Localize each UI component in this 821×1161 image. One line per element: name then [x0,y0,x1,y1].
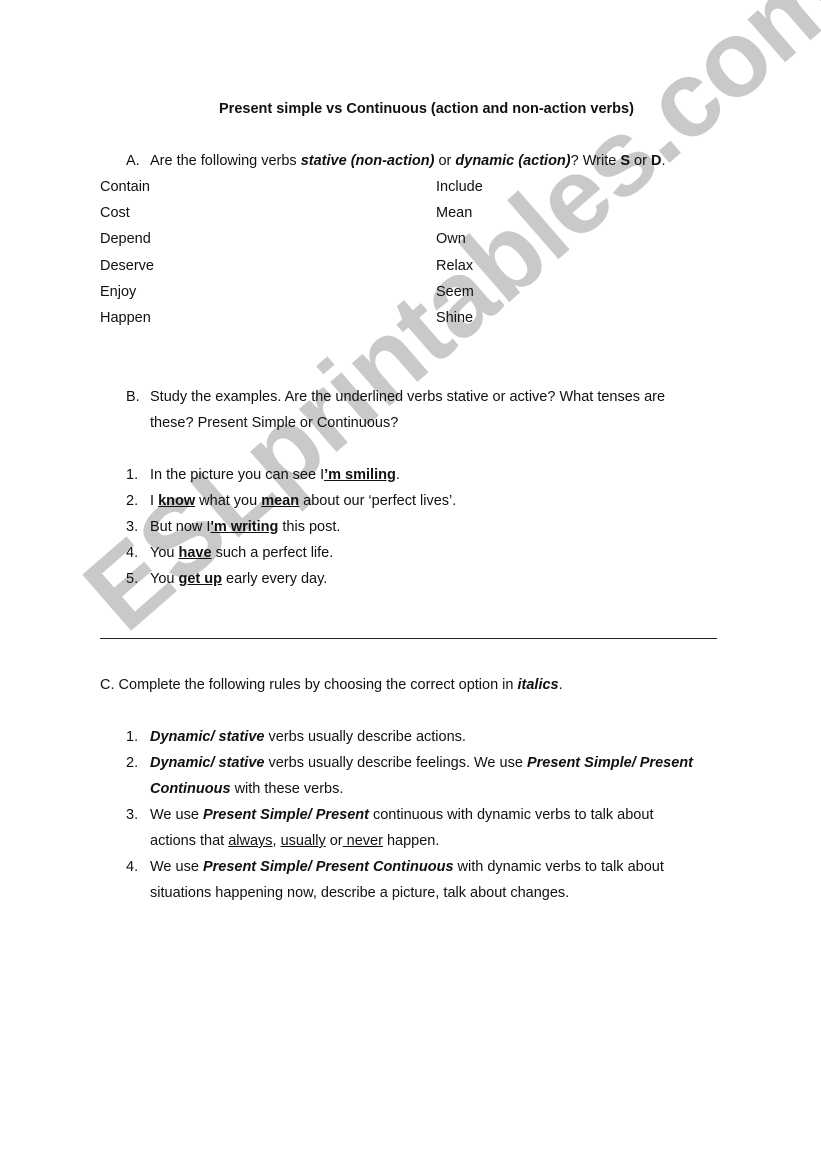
rule-item: 2. Dynamic/ stative verbs usually describ… [126,755,693,771]
sentence-text: I [150,493,159,509]
page-title: Present simple vs Continuous (action and… [219,101,634,117]
verb-item: Own [436,231,466,247]
section-a-label: A. [126,153,140,169]
section-b-instruction: B. Study the examples. Are the underlined… [126,389,665,405]
option-choice: Dynamic/ stative [150,729,265,745]
dynamic-term: dynamic (action) [455,153,571,169]
item-number: 2. [126,755,139,771]
verb-item: Mean [436,205,473,221]
verb-item: Deserve [100,258,154,274]
sentence-text: In the picture you can see I [150,467,325,483]
section-divider [100,638,717,639]
verb-item: Cost [100,205,130,221]
section-c-instruction: C. Complete the following rules by choos… [100,677,563,693]
italics-term: italics [517,677,559,693]
section-b-instruction-line-2: these? Present Simple or Continuous? [150,415,399,431]
rule-text: continuous with dynamic verbs to talk ab… [368,807,654,823]
stative-term: stative (non-action) [300,153,435,169]
sentence-text: . [395,467,400,483]
underlined-verb: 'm writing [210,519,279,535]
item-number: 5. [126,571,139,587]
item-number: 2. [126,493,139,509]
underlined-verb: ’m smiling [324,467,396,483]
option-choice: Dynamic/ stative [150,755,265,771]
instruction-text: ? Write [570,153,621,169]
s-letter: S [620,153,630,169]
rule-text: verbs usually describe feelings. We use [264,755,527,771]
rule-text: We use [150,859,203,875]
sentence-text: such a perfect life. [211,545,334,561]
example-sentence: 1. In the picture you can see I’m smiling… [126,467,400,483]
verb-item: Shine [436,310,474,326]
instruction-text: . [558,677,563,693]
rule-text: We use [150,807,203,823]
underlined-verb: get up [178,571,223,587]
example-sentence: 2. I know what you mean about our ‘perfec… [126,493,456,509]
sentence-text: You [150,571,179,587]
sentence-text: But now I [150,519,211,535]
underlined-verb: have [178,545,212,561]
option-choice: Present Simple/ Present Continuous [202,859,454,875]
rule-item-continuation: Continuous with these verbs. [150,781,343,797]
rule-item: 1. Dynamic/ stative verbs usually describ… [126,729,466,745]
rule-text: happen. [382,833,440,849]
sentence-text: what you [195,493,262,509]
rule-item-continuation: situations happening now, describe a pic… [150,885,570,901]
sentence-text: this post. [278,519,341,535]
rule-text: verbs usually describe actions. [264,729,466,745]
instruction-text: or [630,153,651,169]
item-number: 3. [126,807,139,823]
example-sentence: 4. You have such a perfect life. [126,545,333,561]
sentence-text: early every day. [222,571,328,587]
underlined-verb: know [158,493,196,509]
underlined-word: always [228,833,273,849]
rule-text: with these verbs. [230,781,344,797]
instruction-text: . [661,153,666,169]
item-number: 1. [126,729,139,745]
instruction-text: Study the examples. Are the underlined v… [150,389,666,405]
example-sentence: 5. You get up early every day. [126,571,327,587]
rule-item: 3. We use Present Simple/ Present continu… [126,807,653,823]
rule-item: 4. We use Present Simple/ Present Continu… [126,859,664,875]
section-b-label: B. [126,389,140,405]
rule-item-continuation: actions that always, usually or never ha… [150,833,439,849]
section-a-instruction: A. Are the following verbs stative (non-a… [126,153,665,169]
d-letter: D [650,153,662,169]
verb-item: Seem [436,284,474,300]
underlined-verb: mean [261,493,300,509]
verb-item: Include [436,179,483,195]
option-choice: Present Simple/ Present [202,807,369,823]
verb-item: Contain [100,179,150,195]
instruction-text: C. Complete the following rules by choos… [100,677,518,693]
rule-text: with dynamic verbs to talk about [453,859,664,875]
option-choice: Present Simple/ Present [526,755,693,771]
rule-text: or [325,833,343,849]
verb-item: Happen [100,310,151,326]
rule-text: , [272,833,281,849]
rule-text: actions that [150,833,229,849]
option-choice: Continuous [150,781,231,797]
item-number: 4. [126,859,139,875]
item-number: 1. [126,467,139,483]
item-number: 3. [126,519,139,535]
underlined-word: usually [280,833,326,849]
item-number: 4. [126,545,139,561]
instruction-text: Are the following verbs [150,153,301,169]
instruction-text: or [434,153,456,169]
underlined-word: never [342,833,383,849]
example-sentence: 3. But now I'm writing this post. [126,519,340,535]
verb-item: Depend [100,231,151,247]
sentence-text: about our ‘perfect lives’. [299,493,457,509]
verb-item: Relax [436,258,474,274]
sentence-text: You [150,545,179,561]
verb-item: Enjoy [100,284,137,300]
